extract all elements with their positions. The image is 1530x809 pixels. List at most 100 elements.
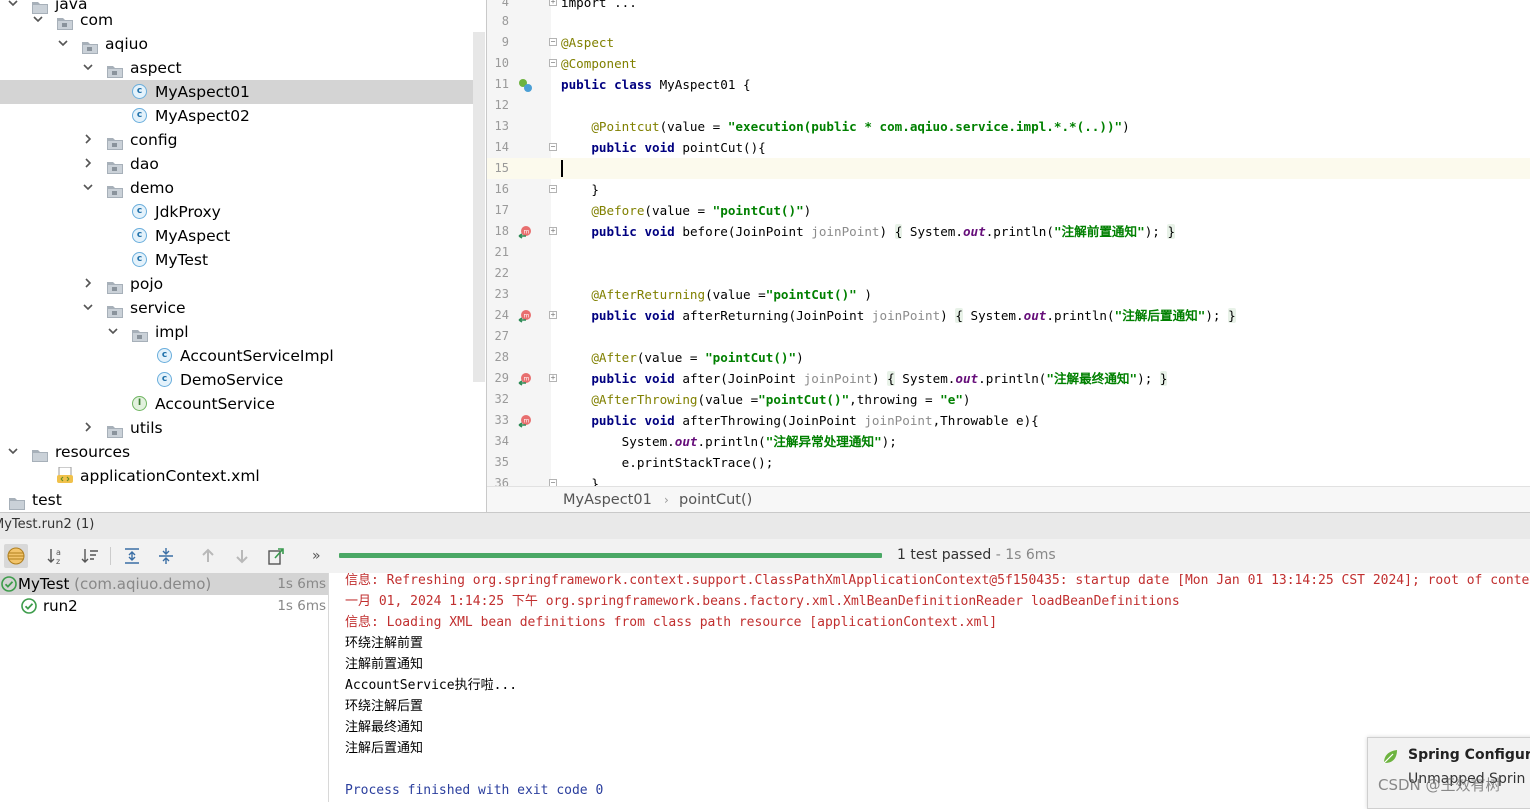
chevron-down-icon[interactable] xyxy=(33,14,43,24)
run-tool-window-header: MyTest.run2 (1) xyxy=(0,512,1530,540)
tree-item-service[interactable]: service xyxy=(0,296,473,320)
code-text: public void pointCut(){ xyxy=(591,140,766,155)
chevron-down-icon[interactable] xyxy=(83,302,93,312)
show-passed-icon[interactable] xyxy=(4,544,28,568)
code-line[interactable]: 33 public void afterThrowing(JoinPoint j… xyxy=(487,410,1530,431)
package-icon xyxy=(107,181,123,198)
tree-item-label: com xyxy=(80,11,114,29)
fold-marker-icon[interactable]: + xyxy=(549,227,557,235)
chevron-down-icon[interactable] xyxy=(108,326,118,336)
tree-item-utils[interactable]: utils xyxy=(0,416,473,440)
fold-marker-icon[interactable]: − xyxy=(549,59,557,67)
fold-marker-icon[interactable]: + xyxy=(549,374,557,382)
fold-marker-icon[interactable]: + xyxy=(549,0,557,6)
code-editor[interactable]: 4 import ... +8 9 @Aspect −10 @Component −11 pub… xyxy=(486,0,1530,512)
code-text: @Aspect xyxy=(561,35,615,50)
tree-item-pojo[interactable]: pojo xyxy=(0,272,473,296)
chevron-right-icon[interactable] xyxy=(83,158,93,168)
chevron-down-icon[interactable] xyxy=(83,182,93,192)
code-line[interactable]: 13 @Pointcut(value = "execution(public *… xyxy=(487,116,1530,137)
expand-all-icon[interactable] xyxy=(122,546,142,566)
spring-bean-icon[interactable] xyxy=(517,77,533,93)
fold-marker-icon[interactable]: − xyxy=(549,185,557,193)
next-failed-test-icon[interactable] xyxy=(232,546,252,566)
code-line[interactable]: 24 public void afterReturning(JoinPoint … xyxy=(487,305,1530,326)
code-line[interactable]: 29 public void after(JoinPoint joinPoint… xyxy=(487,368,1530,389)
aop-advice-icon[interactable]: m xyxy=(517,371,533,387)
run-tab-title[interactable]: MyTest.run2 (1) xyxy=(0,513,94,537)
console-line: 信息: Refreshing org.springframework.conte… xyxy=(345,573,1530,588)
code-line[interactable]: 34 System.out.println("注解异常处理通知"); xyxy=(487,431,1530,452)
code-line[interactable]: 32 @AfterThrowing(value ="pointCut()",th… xyxy=(487,389,1530,410)
line-number: 34 xyxy=(494,434,509,448)
code-line[interactable]: 17 @Before(value = "pointCut()") xyxy=(487,200,1530,221)
tree-item-jdkproxy[interactable]: c JdkProxy xyxy=(0,200,473,224)
chevron-right-icon[interactable] xyxy=(83,422,93,432)
tree-item-com[interactable]: com xyxy=(0,8,473,32)
test-suite-row[interactable]: MyTest (com.aqiuo.demo) 1s 6ms xyxy=(0,573,328,595)
code-line[interactable]: 11 public class MyAspect01 { xyxy=(487,74,1530,95)
chevron-down-icon[interactable] xyxy=(83,62,93,72)
tree-item-test[interactable]: test xyxy=(0,488,473,512)
aop-advice-icon[interactable]: m xyxy=(517,413,533,429)
code-line[interactable]: 22 xyxy=(487,263,1530,284)
tree-item-config[interactable]: config xyxy=(0,128,473,152)
aop-advice-icon[interactable]: m xyxy=(517,308,533,324)
chevron-right-icon[interactable] xyxy=(83,278,93,288)
code-text: public void afterReturning(JoinPoint joi… xyxy=(591,308,1236,323)
chevron-down-icon[interactable] xyxy=(58,38,68,48)
aop-advice-icon[interactable]: m xyxy=(517,224,533,240)
tree-item-demo[interactable]: demo xyxy=(0,176,473,200)
breadcrumb-method[interactable]: pointCut() xyxy=(679,487,752,512)
fold-marker-icon[interactable]: − xyxy=(549,143,557,151)
sort-by-duration-icon[interactable] xyxy=(80,546,100,566)
tree-item-accountservice[interactable]: I AccountService xyxy=(0,392,473,416)
code-line[interactable]: 8 xyxy=(487,11,1530,32)
fold-marker-icon[interactable]: + xyxy=(549,311,557,319)
tree-item-myaspect[interactable]: c MyAspect xyxy=(0,224,473,248)
tree-item-impl[interactable]: impl xyxy=(0,320,473,344)
code-line[interactable]: 10 @Component − xyxy=(487,53,1530,74)
breadcrumb-class[interactable]: MyAspect01 xyxy=(563,487,652,512)
line-number: 13 xyxy=(494,119,509,133)
code-line[interactable]: 14 public void pointCut(){− xyxy=(487,137,1530,158)
tree-item-mytest[interactable]: c MyTest xyxy=(0,248,473,272)
package-icon xyxy=(82,37,98,54)
code-text: @After(value = "pointCut()") xyxy=(591,350,804,365)
code-line[interactable]: 27 xyxy=(487,326,1530,347)
code-line[interactable]: 28 @After(value = "pointCut()") xyxy=(487,347,1530,368)
tree-item-applicationcontext-xml[interactable]: applicationContext.xml xyxy=(0,464,473,488)
tree-item-dao[interactable]: dao xyxy=(0,152,473,176)
more-actions-icon[interactable]: » xyxy=(312,546,332,566)
tree-item-resources[interactable]: resources xyxy=(0,440,473,464)
tree-item-aspect[interactable]: aspect xyxy=(0,56,473,80)
code-text: System.out.println("注解异常处理通知"); xyxy=(561,434,897,449)
code-line[interactable]: 18 public void before(JoinPoint joinPoin… xyxy=(487,221,1530,242)
chevron-down-icon[interactable] xyxy=(8,0,18,8)
code-line[interactable]: 23 @AfterReturning(value ="pointCut()" ) xyxy=(487,284,1530,305)
code-line[interactable]: 12 xyxy=(487,95,1530,116)
project-tree-scrollbar[interactable] xyxy=(473,32,485,382)
code-line[interactable]: 35 e.printStackTrace(); xyxy=(487,452,1530,473)
chevron-right-icon[interactable] xyxy=(83,134,93,144)
code-line[interactable]: 9 @Aspect − xyxy=(487,32,1530,53)
tree-item-myaspect02[interactable]: c MyAspect02 xyxy=(0,104,473,128)
tree-item-demoservice[interactable]: c DemoService xyxy=(0,368,473,392)
code-line[interactable]: 15 xyxy=(487,158,1530,179)
chevron-down-icon[interactable] xyxy=(8,446,18,456)
tree-item-accountserviceimpl[interactable]: c AccountServiceImpl xyxy=(0,344,473,368)
tree-item-myaspect01[interactable]: c MyAspect01 xyxy=(0,80,473,104)
code-line[interactable]: 21 xyxy=(487,242,1530,263)
line-number: 33 xyxy=(494,413,509,427)
spring-configuration-notification[interactable]: Spring Configura Unmapped Sprin xyxy=(1367,737,1530,809)
previous-failed-test-icon[interactable] xyxy=(198,546,218,566)
fold-marker-icon[interactable]: − xyxy=(549,38,557,46)
export-results-icon[interactable] xyxy=(266,546,286,566)
tree-item-aqiuo[interactable]: aqiuo xyxy=(0,32,473,56)
sort-alphabetically-icon[interactable]: az xyxy=(46,546,66,566)
code-line[interactable]: 16 } − xyxy=(487,179,1530,200)
collapse-all-icon[interactable] xyxy=(156,546,176,566)
console-output[interactable]: 信息: Refreshing org.springframework.conte… xyxy=(329,573,1530,802)
test-case-row[interactable]: run2 1s 6ms xyxy=(0,595,328,617)
interface-icon: I xyxy=(132,396,147,411)
